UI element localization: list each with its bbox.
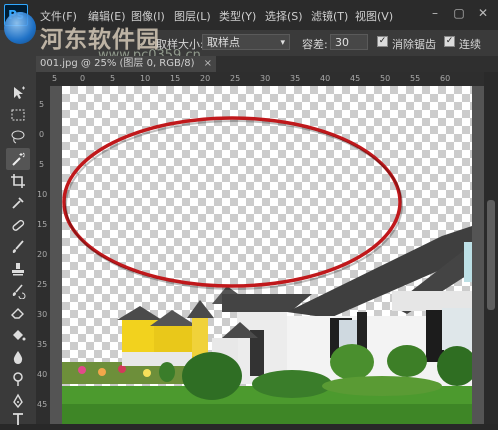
- lasso-icon: [11, 130, 25, 144]
- close-icon[interactable]: ✕: [476, 6, 490, 20]
- document-tab-bar: 001.jpg @ 25% (图层 0, RGB/8) ×: [36, 56, 498, 72]
- paint-bucket-icon: [13, 330, 26, 341]
- ruler-label: 25: [230, 74, 241, 83]
- ruler-label: 0: [39, 130, 45, 139]
- house-photo-image: [62, 116, 472, 424]
- eyedropper-tool[interactable]: [6, 192, 30, 214]
- water-drop-icon: [13, 351, 23, 364]
- ruler-label: 25: [37, 280, 48, 289]
- ruler-label: 20: [37, 250, 48, 259]
- document-tab[interactable]: 001.jpg @ 25% (图层 0, RGB/8) ×: [36, 56, 216, 72]
- blur-tool[interactable]: [6, 346, 30, 368]
- ruler-corner: [36, 72, 50, 86]
- eraser-tool[interactable]: [6, 302, 30, 324]
- ruler-label: 15: [37, 220, 48, 229]
- marquee-tool[interactable]: [6, 104, 30, 126]
- maximize-icon[interactable]: ▢: [452, 6, 466, 20]
- ruler-horizontal: 5 0 5 10 15 20 25 30 35 40 45 50 55 60: [50, 72, 484, 87]
- ruler-label: 5: [39, 100, 45, 109]
- eyedropper-icon: [12, 197, 24, 209]
- menu-type[interactable]: 类型(Y): [219, 8, 256, 24]
- ruler-label: 40: [320, 74, 331, 83]
- vertical-scrollbar[interactable]: [484, 72, 498, 424]
- history-brush-tool[interactable]: [6, 280, 30, 302]
- canvas-area[interactable]: [50, 86, 484, 424]
- history-brush-icon: [12, 284, 26, 299]
- dodge-icon: [13, 372, 23, 386]
- ruler-label: 45: [350, 74, 361, 83]
- document-canvas[interactable]: [62, 86, 472, 424]
- tolerance-input[interactable]: 30: [330, 34, 368, 50]
- paint-bucket-tool[interactable]: [6, 324, 30, 346]
- contiguous-label: 连续: [459, 38, 481, 51]
- ruler-label: 5: [110, 74, 116, 83]
- crop-tool[interactable]: [6, 170, 30, 192]
- ruler-vertical: 5 0 5 10 15 20 25 30 35 40 45: [36, 86, 51, 424]
- stamp-icon: [12, 263, 24, 276]
- clone-stamp-tool[interactable]: [6, 258, 30, 280]
- menu-view[interactable]: 视图(V): [355, 8, 393, 24]
- sample-size-value: 取样点: [207, 36, 240, 49]
- crop-icon: [11, 174, 25, 188]
- scrollbar-thumb[interactable]: [487, 200, 495, 310]
- marquee-icon: [11, 109, 25, 121]
- ruler-label: 0: [80, 74, 86, 83]
- ruler-label: 5: [52, 74, 58, 83]
- ruler-label: 10: [37, 190, 48, 199]
- pen-icon: [13, 393, 23, 409]
- type-tool[interactable]: [6, 408, 30, 430]
- move-icon: [14, 86, 25, 99]
- tolerance-value: 30: [335, 36, 349, 49]
- ruler-label: 45: [37, 400, 48, 409]
- bandage-icon: [12, 219, 25, 231]
- document-tab-title: 001.jpg @ 25% (图层 0, RGB/8): [40, 58, 195, 69]
- tab-close-icon[interactable]: ×: [204, 56, 212, 72]
- contiguous-checkbox[interactable]: ✓: [444, 36, 455, 47]
- sample-size-select[interactable]: 取样点 ▾: [202, 34, 290, 50]
- type-icon: [13, 413, 23, 425]
- magic-wand-tool[interactable]: [6, 148, 30, 170]
- dodge-tool[interactable]: [6, 368, 30, 390]
- minimize-icon[interactable]: –: [428, 6, 442, 20]
- chevron-down-icon: ▾: [280, 38, 285, 48]
- brush-icon: [12, 240, 24, 253]
- ruler-label: 20: [200, 74, 211, 83]
- ruler-label: 60: [440, 74, 451, 83]
- eraser-icon: [11, 308, 24, 319]
- ruler-label: 35: [290, 74, 301, 83]
- magic-wand-icon: [12, 152, 25, 166]
- menu-filter[interactable]: 滤镜(T): [311, 8, 348, 24]
- ruler-label: 10: [140, 74, 151, 83]
- move-tool[interactable]: [6, 82, 30, 104]
- ruler-label: 50: [380, 74, 391, 83]
- tools-panel: [0, 56, 36, 425]
- ruler-label: 30: [260, 74, 271, 83]
- tolerance-label: 容差:: [302, 38, 328, 51]
- menu-layer[interactable]: 图层(L): [174, 8, 211, 24]
- lasso-tool[interactable]: [6, 126, 30, 148]
- ruler-label: 55: [410, 74, 421, 83]
- antialias-label: 消除锯齿: [392, 38, 436, 51]
- ruler-label: 40: [37, 370, 48, 379]
- menu-select[interactable]: 选择(S): [265, 8, 303, 24]
- ruler-label: 15: [170, 74, 181, 83]
- ruler-label: 5: [39, 160, 45, 169]
- brush-tool[interactable]: [6, 236, 30, 258]
- antialias-checkbox[interactable]: ✓: [377, 36, 388, 47]
- ruler-label: 30: [37, 310, 48, 319]
- healing-brush-tool[interactable]: [6, 214, 30, 236]
- ruler-label: 35: [37, 340, 48, 349]
- watermark-logo-icon: [4, 12, 36, 44]
